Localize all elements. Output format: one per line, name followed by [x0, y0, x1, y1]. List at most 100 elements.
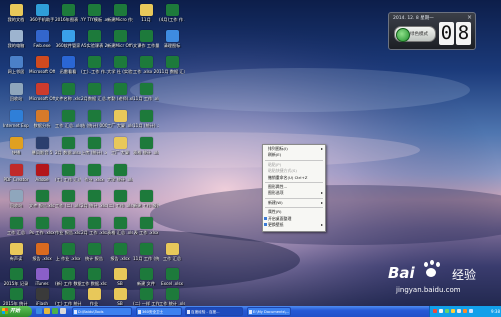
desktop-icon[interactable]: 表格 汇总 .xlsx	[107, 217, 133, 235]
desktop-icon[interactable]: 结 (统计) 0000.xlsx	[81, 110, 107, 128]
context-menu-item[interactable]: 刷新(E)	[263, 152, 325, 158]
desktop-icon[interactable]: Adobe	[29, 164, 55, 182]
taskbar-button[interactable]: D:\Baidu\Tools	[72, 307, 132, 316]
tray-icon-shield[interactable]	[457, 309, 461, 313]
desktop-icon[interactable]: A5实验课表 2016.xlsx	[81, 30, 107, 48]
desktop-icon[interactable]: 上 作业 .xlsx	[55, 243, 81, 261]
desktop-icon[interactable]: 有声读	[3, 243, 29, 261]
expand-quicklaunch-icon[interactable]	[60, 308, 66, 314]
desktop-icon[interactable]: Internet Explorer	[3, 110, 29, 128]
green-mode-toggle[interactable]: 绿色模式	[394, 26, 436, 42]
desktop-icon[interactable]: 清理图标	[159, 30, 185, 48]
desktop-icon[interactable]: 回收站	[3, 83, 29, 101]
desktop-icon[interactable]: (工) 工作 汇总.xlsx	[55, 164, 81, 182]
desktop-icon[interactable]: 我的文档	[3, 4, 29, 22]
show-desktop-icon[interactable]	[52, 308, 58, 314]
desktop-icon[interactable]: 迅雷看看	[55, 56, 81, 74]
desktop-icon[interactable]: 11月 工作 .xlsx	[133, 83, 159, 101]
desktop-icon[interactable]: Microsoft Office..	[29, 56, 55, 74]
context-menu-item[interactable]: 撤销重命名(U) Ctrl+Z	[263, 175, 325, 181]
desktop-icon[interactable]: 作业	[81, 288, 107, 306]
desktop-icon[interactable]: 报告 .xlsx	[107, 243, 133, 261]
tray-icon-input[interactable]	[439, 309, 443, 313]
desktop-icon[interactable]: 考勤 (老师).xlsx	[107, 83, 133, 101]
desktop-icon[interactable]: 2015年 统计 报告	[3, 288, 29, 306]
desktop-icon[interactable]: (二) 一样 工作	[133, 288, 159, 306]
desktop-icon[interactable]: 快播	[3, 137, 29, 155]
desktop-icon[interactable]: SB	[107, 268, 133, 286]
tray-icon-volume[interactable]	[451, 309, 455, 313]
desktop-icon[interactable]: 新建 文件	[133, 268, 159, 286]
desktop-icon[interactable]: 工作 汇总	[3, 217, 29, 235]
desktop-icon[interactable]: 工作 .xlsx 2015年	[133, 56, 159, 74]
desktop-icon[interactable]: 11月	[133, 4, 159, 22]
clock-gadget[interactable]: 2014. 12. 8 星期一 × 绿色模式 0 8	[388, 12, 476, 50]
desktop-icon[interactable]: Ps 工作 .xlsx	[29, 217, 55, 235]
tray-icon-network[interactable]	[445, 309, 449, 313]
desktop-icon[interactable]: 作业 报告.xlsx	[55, 217, 81, 235]
desktop-icon[interactable]: Fwb.exe	[29, 30, 55, 48]
desktop-icon[interactable]: 网上邻居	[3, 56, 29, 74]
desktop-icon[interactable]: Microsoft Office..	[29, 83, 55, 101]
desktop-icon[interactable]: 2月 统计 .xlsx	[81, 190, 107, 208]
tray-icon-update[interactable]	[463, 309, 467, 313]
ie-quicklaunch-icon[interactable]	[36, 308, 42, 314]
desktop-icon[interactable]: (4月)工作 作 .xlsx	[159, 4, 185, 22]
desktop-icon[interactable]: 统计 报告	[81, 243, 107, 261]
context-menu-item[interactable]: 更换壁纸 ▸	[263, 222, 325, 228]
desktop-icon[interactable]: 上传 (统计) .xlsx	[81, 137, 107, 155]
desktop-icon[interactable]: iFlash	[29, 288, 55, 306]
desktop-icon[interactable]: 2016年图表 ..xlsx	[55, 4, 81, 22]
desktop-icon[interactable]: (二) 工作 .xlsx	[107, 190, 133, 208]
desktop-icon[interactable]: 11月 数据 汇总..xlsx	[159, 56, 185, 74]
desktop-icon[interactable]: (工) 工作 统计 .xlsx	[55, 288, 81, 306]
desktop-icon[interactable]: 数据分析	[29, 110, 55, 128]
desktop-icon[interactable]: 360软件管家	[55, 30, 81, 48]
desktop-icon[interactable]: 2月 工作 .xlsx	[81, 217, 107, 235]
desktop-icon[interactable]: 11月 (统计) .xlsx	[133, 110, 159, 128]
desktop-icon[interactable]: 作业 .xlsx	[81, 164, 107, 182]
tray-icon-qq[interactable]	[469, 309, 473, 313]
desktop-icon[interactable]: 新建Micr Office..	[107, 30, 133, 48]
start-button[interactable]: 开始	[0, 306, 32, 317]
taskbar-button[interactable]: 360安全卫士	[136, 307, 182, 316]
desktop-icon[interactable]: 文课作 工作量 .xlsx	[133, 30, 159, 48]
desktop-icon[interactable]: 文件名称 .xlsx	[55, 83, 81, 101]
desktop-icon[interactable]: 360手机助手	[29, 4, 55, 22]
desktop-icon[interactable]: 工作 汇总..xlsx	[55, 110, 81, 128]
desktop-icon[interactable]: 大学 社 (实验报告) .xlsx	[107, 56, 133, 74]
desktop-icon[interactable]: 2月 数据.xlsx	[55, 137, 81, 155]
desktop-icon[interactable]: 报告 .xlsx	[29, 243, 55, 261]
tray-icon-360[interactable]	[433, 309, 437, 313]
desktop-icon[interactable]: 11月 工作 (统计).xlsx	[133, 243, 159, 261]
desktop-icon[interactable]: 表格 统计 .xlsx	[133, 137, 159, 155]
close-icon[interactable]: ×	[467, 14, 472, 21]
desktop-icon[interactable]: PDF Creator	[3, 164, 29, 182]
folder-quicklaunch-icon[interactable]	[44, 308, 50, 314]
desktop-icon[interactable]: 回收站	[3, 190, 29, 208]
desktop-icon[interactable]: 工厂 大厦	[107, 137, 133, 155]
desktop-icon[interactable]: 大学 统计 .xlsx	[107, 164, 133, 182]
desktop-icon[interactable]: iTunes	[29, 268, 55, 286]
desktop-icon[interactable]: SB	[107, 288, 133, 306]
desktop-icon[interactable]: (新) 工作 数据 表.xlsx	[55, 268, 81, 286]
desktop-icon[interactable]: YY TIY模板 .xlsx	[81, 4, 107, 22]
desktop-icon[interactable]: 我的电脑	[3, 30, 29, 48]
taskbar-button[interactable]: 百度经验 - 百度...	[185, 307, 243, 316]
desktop-icon[interactable]: 表 工作 .xlsx	[133, 217, 159, 235]
desktop-icon[interactable]: 2月数据 汇总.xlsx	[81, 83, 107, 101]
desktop-icon[interactable]: 工作 数据.xlsx	[81, 268, 107, 286]
taskbar-button[interactable]: E:\My Documents\...	[247, 307, 291, 316]
desktop-icon[interactable]: 新建 工作 报告 表.xlsx	[133, 190, 159, 208]
context-menu-item[interactable]: 图形选项 ▸	[263, 190, 325, 196]
desktop-icon[interactable]: 工厂 大厦 .xlsx	[107, 110, 133, 128]
desktop-icon[interactable]: 文件 报告.xlsx	[29, 190, 55, 208]
desktop-icon[interactable]: (工)..工作 作.xlsx	[81, 56, 107, 74]
context-menu-item[interactable]: 新建(W) ▸	[263, 200, 325, 206]
desktop-icon[interactable]: 暴风影音 5	[29, 137, 55, 155]
desktop-icon[interactable]: 工作 统计 .xlsx	[159, 288, 185, 306]
desktop-icon[interactable]: 工作 汇总	[159, 243, 185, 261]
desktop-icon[interactable]: 工作 (二) .xlsx	[55, 190, 81, 208]
desktop-icon[interactable]: 2015年 记录	[3, 268, 29, 286]
desktop-icon[interactable]: 新建Micro 作业 .xlsx	[107, 4, 133, 22]
